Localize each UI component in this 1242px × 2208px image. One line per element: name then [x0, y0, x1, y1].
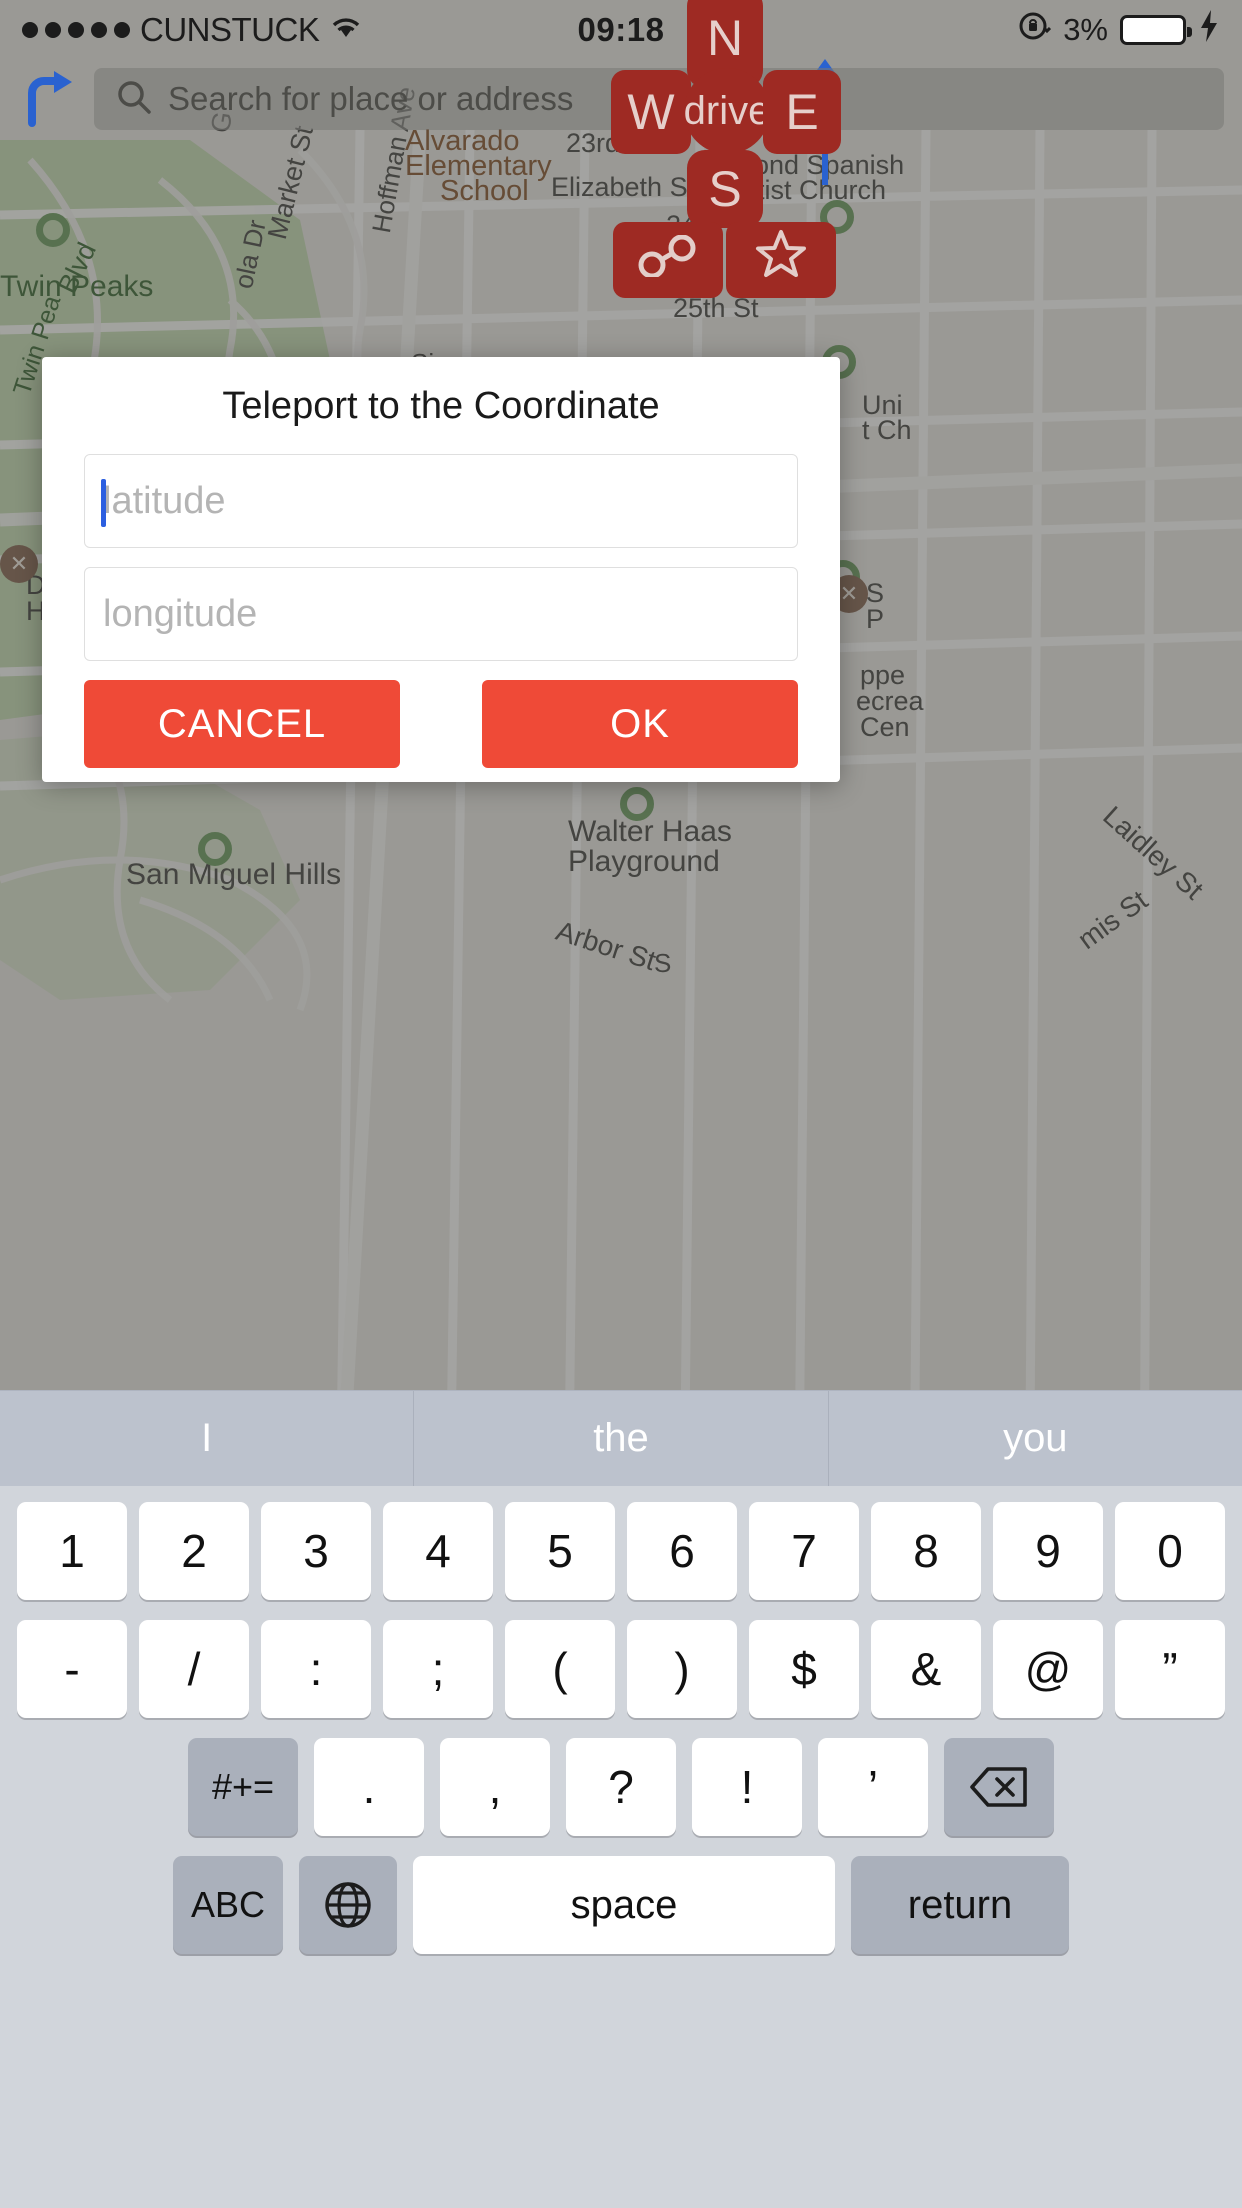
keyboard-bottom-row: ABC space return [6, 1856, 1236, 1954]
longitude-input[interactable]: longitude [84, 567, 798, 661]
route-path-icon [634, 231, 702, 289]
route-button[interactable] [613, 222, 723, 298]
rotation-lock-icon [1017, 9, 1052, 51]
key-4[interactable]: 4 [383, 1502, 493, 1600]
key-6[interactable]: 6 [627, 1502, 737, 1600]
key-9[interactable]: 9 [993, 1502, 1103, 1600]
keyboard-punctuation-row: #+= .,?!’ [6, 1738, 1236, 1836]
map-poi-marker[interactable] [36, 213, 70, 247]
on-screen-keyboard: Ithe you 1234567890 - /:;() $ & @” #+= .,?!’ … [0, 1390, 1242, 2208]
key-”[interactable]: ” [1115, 1620, 1225, 1718]
latitude-placeholder: latitude [103, 479, 226, 522]
search-placeholder-text: Search for place or address [168, 80, 574, 117]
star-icon [755, 229, 807, 291]
key-symbols-mode[interactable]: #+= [188, 1738, 298, 1836]
search-icon [116, 79, 152, 120]
navigation-arrow-icon[interactable] [18, 69, 80, 129]
dialog-button-row: CANCEL OK [84, 680, 798, 768]
favorites-button[interactable] [726, 222, 836, 298]
status-right: 3% [1017, 9, 1220, 51]
globe-language-icon [325, 1882, 371, 1928]
key-2[interactable]: 2 [139, 1502, 249, 1600]
map-poi-marker[interactable] [198, 832, 232, 866]
prediction-item-0[interactable]: I [0, 1391, 413, 1486]
joystick-drive-button[interactable]: drive [684, 68, 770, 154]
key-return[interactable]: return [851, 1856, 1069, 1954]
ok-button[interactable]: OK [482, 680, 798, 768]
keyboard-number-row: 1234567890 [6, 1502, 1236, 1600]
lightning-bolt-icon [1198, 9, 1220, 51]
key-;[interactable]: ; [383, 1620, 493, 1718]
joystick-south-button[interactable]: S [687, 150, 763, 228]
key-)[interactable]: ) [627, 1620, 737, 1718]
key-language-switch[interactable] [299, 1856, 397, 1954]
map-poi-marker[interactable]: ✕ [0, 545, 38, 583]
key-:[interactable]: : [261, 1620, 371, 1718]
predictive-text-bar: Ithe you [0, 1390, 1242, 1486]
keyboard-symbol-row: - /:;() $ & @” [6, 1620, 1236, 1718]
key--[interactable]: - [17, 1620, 127, 1718]
key-3[interactable]: 3 [261, 1502, 371, 1600]
prediction-item-1[interactable]: the [413, 1391, 827, 1486]
status-bar: CUNSTUCK 09:18 3% [0, 0, 1242, 60]
key-,[interactable]: , [440, 1738, 550, 1836]
key-1[interactable]: 1 [17, 1502, 127, 1600]
joystick-west-button[interactable]: W [611, 70, 691, 154]
key-@[interactable]: @ [993, 1620, 1103, 1718]
battery-percentage: 3% [1063, 12, 1108, 47]
key-/[interactable]: / [139, 1620, 249, 1718]
dialog-title: Teleport to the Coordinate [222, 385, 660, 427]
key-([interactable]: ( [505, 1620, 615, 1718]
key-![interactable]: ! [692, 1738, 802, 1836]
joystick-east-button[interactable]: E [763, 70, 841, 154]
key-’[interactable]: ’ [818, 1738, 928, 1836]
key-5[interactable]: 5 [505, 1502, 615, 1600]
prediction-item-2[interactable]: you [827, 1391, 1242, 1486]
key-7[interactable]: 7 [749, 1502, 859, 1600]
key-8[interactable]: 8 [871, 1502, 981, 1600]
latitude-input[interactable]: latitude [84, 454, 798, 548]
key-&[interactable]: & [871, 1620, 981, 1718]
key-.[interactable]: . [314, 1738, 424, 1836]
teleport-coordinate-dialog: Teleport to the Coordinate latitude long… [42, 357, 840, 782]
phone-screen: Twin Peaks Market St Hoffman Ave Blvd Twin P… [0, 0, 1242, 2208]
backspace-delete-icon [970, 1767, 1027, 1807]
key-0[interactable]: 0 [1115, 1502, 1225, 1600]
text-cursor [101, 479, 106, 527]
cancel-button[interactable]: CANCEL [84, 680, 400, 768]
key-space[interactable]: space [413, 1856, 835, 1954]
keyboard-rows: 1234567890 -/:;()$&@” #+= .,?!’ ABC [0, 1486, 1242, 1964]
map-poi-marker[interactable] [620, 787, 654, 821]
key-abc-mode[interactable]: ABC [173, 1856, 283, 1954]
battery-icon [1120, 15, 1192, 45]
longitude-placeholder: longitude [103, 592, 258, 635]
key-backspace[interactable] [944, 1738, 1054, 1836]
key-?[interactable]: ? [566, 1738, 676, 1836]
key-$[interactable]: $ [749, 1620, 859, 1718]
